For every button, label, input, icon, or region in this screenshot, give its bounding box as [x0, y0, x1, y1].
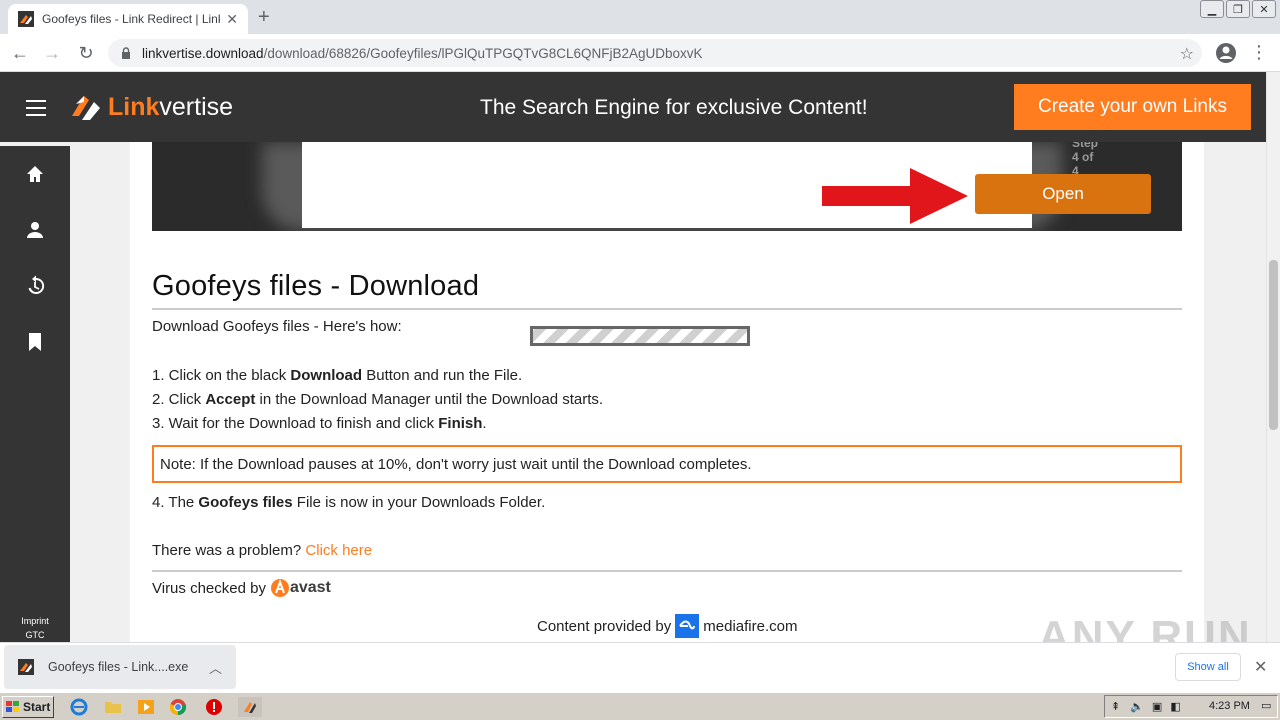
content-card: Step 4 of 4 Open Goofeys files - Downloa… [130, 142, 1204, 642]
page-viewport: Link vertise The Search Engine for exclus… [0, 72, 1266, 642]
step-2: 2. Click Accept in the Download Manager … [152, 391, 604, 408]
content-provided: Content provided by mediafire.com [537, 614, 797, 638]
instruction-banner-image: Step 4 of 4 Open [152, 142, 1182, 231]
header-tagline: The Search Engine for exclusive Content! [480, 96, 868, 119]
system-tray: ⇞ 🔈 ▣ ◧ 4:23 PM ▭ [1104, 695, 1278, 718]
desktop-icon[interactable]: ▭ [1261, 699, 1271, 712]
linkvertise-logo[interactable]: Link vertise [70, 90, 233, 124]
linkvertise-task-icon[interactable] [238, 697, 262, 717]
divider [152, 308, 1182, 310]
virus-checked: Virus checked by avast [152, 578, 331, 598]
problem-text: There was a problem? Click here [152, 542, 373, 559]
progress-bar [530, 326, 750, 346]
note-box: Note: If the Download pauses at 10%, don… [152, 445, 1182, 483]
ie-icon[interactable] [70, 698, 88, 716]
tray-app-icon[interactable]: ◧ [1170, 700, 1180, 713]
url-host: linkvertise.download [142, 45, 264, 61]
virus-checked-text: Virus checked by [152, 579, 266, 597]
browser-toolbar: ← → ↻ linkvertise.download/download/6882… [0, 34, 1280, 72]
start-label: Start [23, 700, 51, 714]
mediafire-text: mediafire.com [703, 617, 798, 635]
linkvertise-logo-icon [72, 96, 100, 120]
user-icon[interactable] [24, 219, 46, 241]
taskbar: Start ⇞ 🔈 ▣ ◧ 4:23 PM ▭ [0, 692, 1280, 720]
minimize-icon[interactable]: ▁ [1200, 0, 1224, 18]
imprint-link[interactable]: Imprint [0, 614, 70, 628]
tray-expand-icon[interactable]: ⇞ [1111, 700, 1120, 713]
maximize-icon[interactable]: ❐ [1226, 0, 1250, 18]
tab-close-icon[interactable]: ✕ [226, 11, 238, 28]
stop-sign-icon[interactable] [205, 698, 223, 716]
reload-icon[interactable]: ↻ [74, 41, 98, 65]
start-button[interactable]: Start [2, 696, 54, 718]
clock: 4:23 PM [1209, 700, 1250, 712]
volume-icon[interactable]: 🔈 [1130, 700, 1144, 713]
scrollbar-thumb[interactable] [1269, 260, 1278, 430]
linkvertise-favicon-icon [18, 11, 34, 27]
banner-open-button: Open [975, 174, 1151, 214]
browser-tab[interactable]: Goofeys files - Link Redirect | Linkvert… [8, 4, 248, 34]
show-all-button[interactable]: Show all [1175, 653, 1241, 681]
back-icon[interactable]: ← [8, 41, 32, 65]
step-1: 1. Click on the black Download Button an… [152, 367, 523, 384]
url-path: /download/68826/Goofeyfiles/lPGlQuTPGQTv… [263, 45, 703, 61]
gtc-link[interactable]: GTC [0, 628, 70, 642]
page-scrollbar[interactable] [1266, 72, 1280, 642]
forward-icon[interactable]: → [40, 41, 64, 65]
click-here-link[interactable]: Click here [305, 542, 372, 559]
menu-kebab-icon[interactable]: ⋮ [1250, 42, 1268, 64]
media-player-icon[interactable] [137, 698, 155, 716]
windows-flag-icon [6, 701, 19, 712]
divider [152, 570, 1182, 572]
close-shelf-icon[interactable]: ✕ [1254, 657, 1267, 677]
sidebar: Imprint GTC [0, 146, 70, 642]
logo-text-vertise: vertise [159, 92, 234, 121]
bookmark-star-icon[interactable]: ☆ [1180, 44, 1194, 64]
sidebar-footer: Imprint GTC [0, 614, 70, 642]
lock-icon [122, 47, 130, 59]
window-controls: ▁ ❐ ✕ [1200, 0, 1276, 18]
avast-text: avast [289, 579, 331, 596]
download-shelf: Goofeys files - Link....exe ︿ Show all ✕ [0, 642, 1280, 692]
history-icon[interactable] [24, 275, 46, 297]
step-4: 4. The Goofeys files File is now in your… [152, 494, 546, 511]
download-file-name: Goofeys files - Link....exe [48, 660, 189, 674]
mediafire-icon [675, 614, 700, 638]
address-bar[interactable]: linkvertise.download/download/68826/Goof… [108, 39, 1202, 67]
avast-icon [270, 579, 289, 597]
new-tab-icon[interactable]: + [258, 6, 270, 28]
folder-icon[interactable] [104, 698, 122, 716]
site-header: Link vertise The Search Engine for exclus… [0, 72, 1266, 142]
create-links-button[interactable]: Create your own Links [1014, 84, 1251, 130]
howto-text: Download Goofeys files - Here's how: [152, 318, 402, 335]
red-arrow-icon [822, 168, 968, 224]
provided-text: Content provided by [537, 617, 672, 635]
page-title: Goofeys files - Download [152, 270, 480, 302]
download-item[interactable]: Goofeys files - Link....exe ︿ [4, 645, 236, 689]
chrome-icon[interactable] [169, 698, 187, 716]
tab-title: Goofeys files - Link Redirect | Linkvert… [42, 12, 220, 26]
account-icon[interactable] [1214, 41, 1238, 65]
chevron-up-icon[interactable]: ︿ [209, 658, 222, 677]
avast-logo: avast [270, 578, 331, 598]
download-file-icon [18, 659, 34, 675]
tab-strip: Goofeys files - Link Redirect | Linkvert… [0, 0, 1280, 34]
hamburger-menu-icon[interactable] [26, 100, 46, 116]
close-window-icon[interactable]: ✕ [1252, 0, 1276, 18]
step-3: 3. Wait for the Download to finish and c… [152, 415, 487, 432]
banner-step-text: Step 4 of 4 [1072, 142, 1099, 178]
steps-list: 1. Click on the black Download Button an… [152, 364, 603, 436]
home-icon[interactable] [24, 163, 46, 185]
network-icon[interactable]: ▣ [1152, 700, 1162, 713]
bookmark-icon[interactable] [24, 331, 46, 353]
logo-text-link: Link [108, 92, 160, 121]
